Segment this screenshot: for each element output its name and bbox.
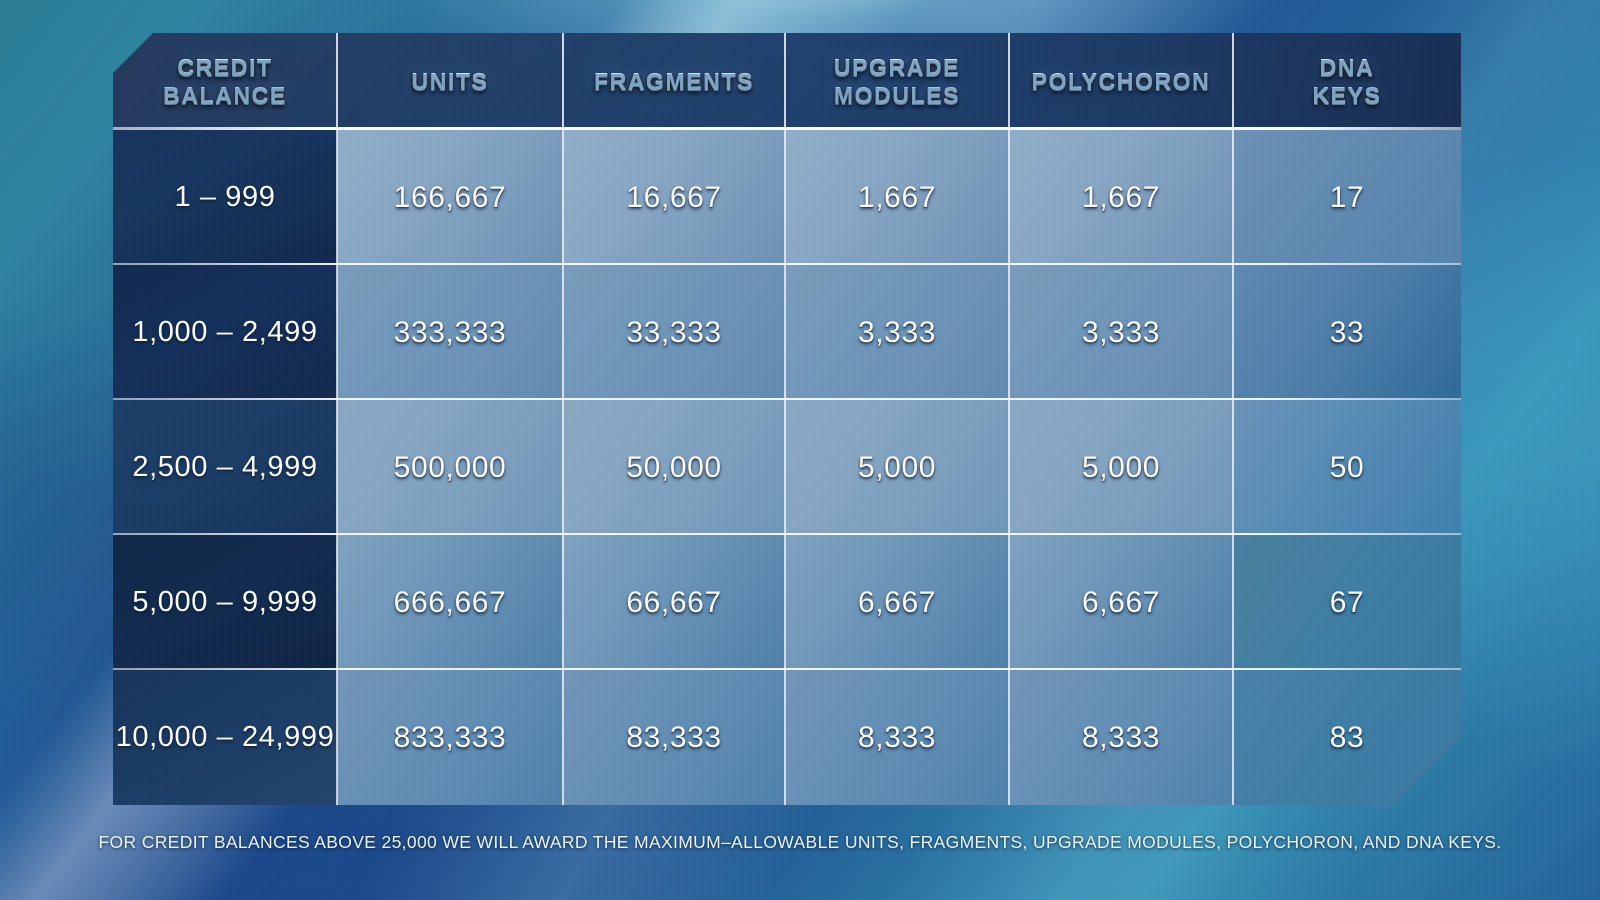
cell-units: 333,333 bbox=[336, 265, 563, 400]
cell-dna-keys: 83 bbox=[1232, 670, 1461, 805]
column-header-credit-balance-line1: CREDIT bbox=[177, 54, 273, 81]
cell-credit-balance: 1,000 – 2,499 bbox=[113, 265, 337, 400]
column-header-credit-balance: CREDIT BALANCE bbox=[113, 33, 337, 130]
column-header-fragments-label: FRAGMENTS bbox=[593, 67, 755, 94]
cell-dna-keys: 33 bbox=[1232, 265, 1461, 400]
cell-credit-balance: 10,000 – 24,999 bbox=[113, 670, 337, 805]
rewards-table: CREDIT BALANCE UNITS FRAGMENTS UPGRADE M… bbox=[113, 33, 1461, 805]
cell-units: 666,667 bbox=[336, 535, 563, 670]
table-row: 2,500 – 4,999 500,000 50,000 5,000 5,000… bbox=[113, 398, 1461, 535]
column-header-dna-keys-line2: KEYS bbox=[1312, 81, 1382, 108]
column-header-polychoron: POLYCHORON bbox=[1008, 33, 1233, 130]
column-header-upgrade-modules: UPGRADE MODULES bbox=[784, 33, 1009, 130]
cell-units: 833,333 bbox=[336, 670, 563, 805]
cell-fragments: 83,333 bbox=[562, 670, 785, 805]
table-row: 1 – 999 166,667 16,667 1,667 1,667 17 bbox=[113, 127, 1461, 265]
cell-fragments: 16,667 bbox=[562, 130, 785, 265]
column-header-fragments: FRAGMENTS bbox=[562, 33, 785, 130]
cell-polychoron: 8,333 bbox=[1008, 670, 1233, 805]
cell-fragments: 50,000 bbox=[562, 400, 785, 535]
cell-upgrade-modules: 5,000 bbox=[784, 400, 1009, 535]
cell-polychoron: 6,667 bbox=[1008, 535, 1233, 670]
cell-dna-keys: 17 bbox=[1232, 130, 1461, 265]
cell-dna-keys: 67 bbox=[1232, 535, 1461, 670]
column-header-units-label: UNITS bbox=[411, 67, 489, 94]
column-header-upgrade-modules-line2: MODULES bbox=[833, 81, 961, 108]
page-background: CREDIT BALANCE UNITS FRAGMENTS UPGRADE M… bbox=[0, 0, 1600, 900]
cell-dna-keys: 50 bbox=[1232, 400, 1461, 535]
cell-upgrade-modules: 1,667 bbox=[784, 130, 1009, 265]
column-header-units: UNITS bbox=[336, 33, 563, 130]
table-row: 10,000 – 24,999 833,333 83,333 8,333 8,3… bbox=[113, 668, 1461, 805]
cell-credit-balance: 1 – 999 bbox=[113, 130, 337, 265]
column-header-dna-keys-line1: DNA bbox=[1319, 54, 1375, 81]
cell-fragments: 33,333 bbox=[562, 265, 785, 400]
column-header-polychoron-label: POLYCHORON bbox=[1031, 67, 1211, 94]
cell-upgrade-modules: 8,333 bbox=[784, 670, 1009, 805]
cell-fragments: 66,667 bbox=[562, 535, 785, 670]
cell-polychoron: 3,333 bbox=[1008, 265, 1233, 400]
column-header-upgrade-modules-line1: UPGRADE bbox=[833, 54, 961, 81]
footer-note: FOR CREDIT BALANCES ABOVE 25,000 WE WILL… bbox=[98, 832, 1502, 852]
cell-units: 500,000 bbox=[336, 400, 563, 535]
cell-credit-balance: 5,000 – 9,999 bbox=[113, 535, 337, 670]
table-header-row: CREDIT BALANCE UNITS FRAGMENTS UPGRADE M… bbox=[113, 33, 1461, 130]
cell-upgrade-modules: 3,333 bbox=[784, 265, 1009, 400]
cell-polychoron: 5,000 bbox=[1008, 400, 1233, 535]
table-row: 5,000 – 9,999 666,667 66,667 6,667 6,667… bbox=[113, 533, 1461, 670]
cell-credit-balance: 2,500 – 4,999 bbox=[113, 400, 337, 535]
column-header-dna-keys: DNA KEYS bbox=[1232, 33, 1461, 130]
cell-polychoron: 1,667 bbox=[1008, 130, 1233, 265]
column-header-credit-balance-line2: BALANCE bbox=[163, 81, 287, 108]
cell-units: 166,667 bbox=[336, 130, 563, 265]
table-row: 1,000 – 2,499 333,333 33,333 3,333 3,333… bbox=[113, 263, 1461, 400]
cell-upgrade-modules: 6,667 bbox=[784, 535, 1009, 670]
